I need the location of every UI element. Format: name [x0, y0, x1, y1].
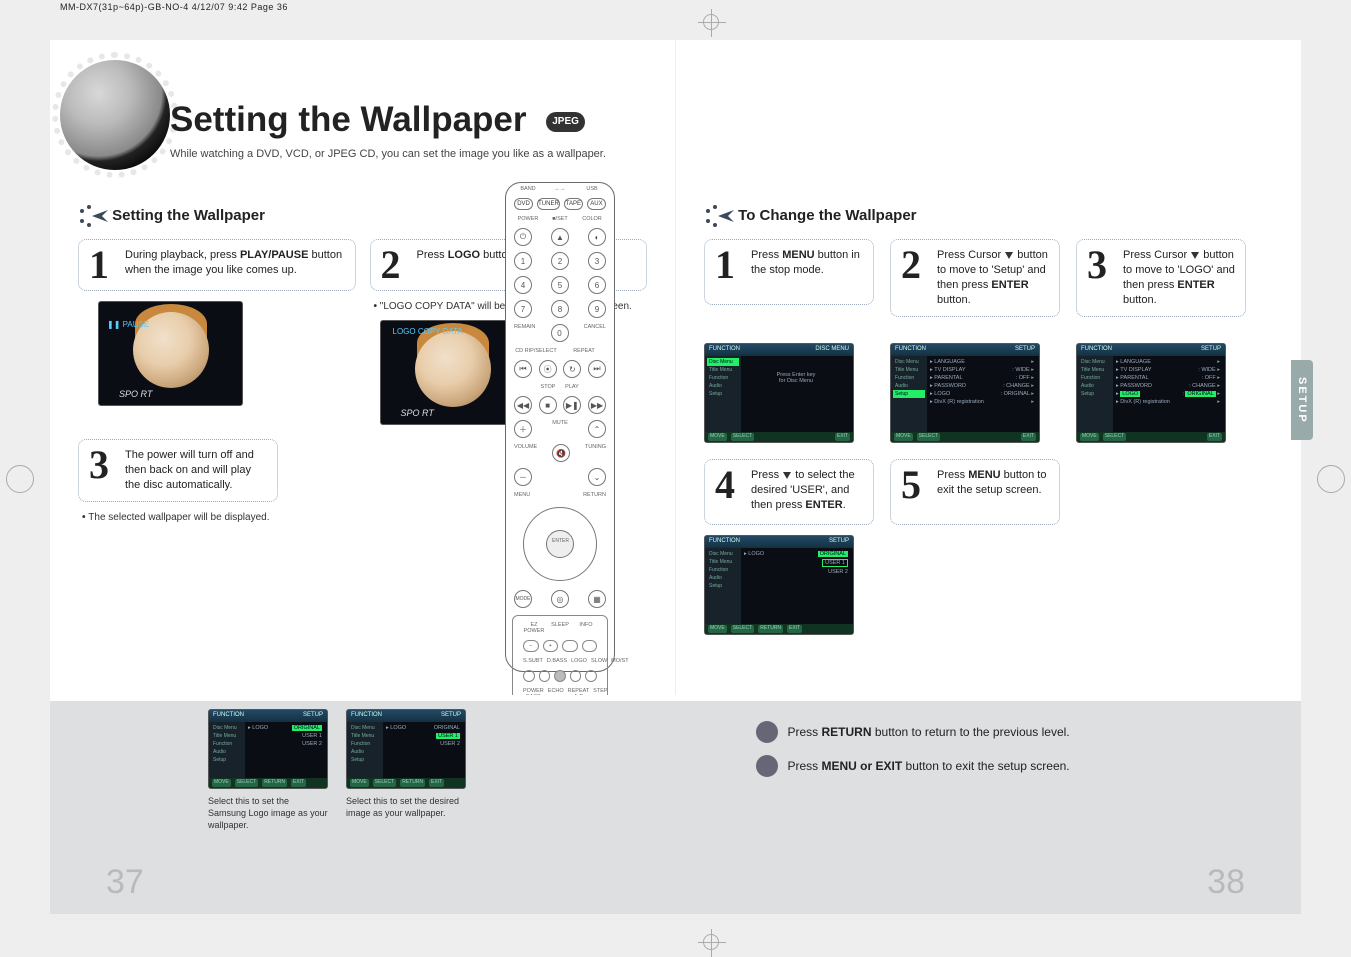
speaker-graphic	[60, 60, 170, 170]
tv-thumb-user: FUNCTIONSETUP Disc MenuTitle MenuFunctio…	[346, 709, 466, 789]
step-3-text: The power will turn off and then back on…	[125, 448, 267, 493]
r-text-2: Press Cursor button to move to 'Setup' a…	[937, 248, 1049, 308]
prev-icon: ⏮	[514, 360, 532, 378]
remote-control-diagram: BAND←→USB DVDTUNERTAPEAUX POWER■/SETCOLO…	[505, 182, 615, 672]
stop-icon: ■	[539, 396, 557, 414]
bullet-star-icon	[704, 205, 734, 227]
thumb-cap-2: Select this to set the desired image as …	[346, 795, 466, 819]
tv-thumb-original: FUNCTIONSETUP Disc MenuTitle MenuFunctio…	[208, 709, 328, 789]
r-step-1: 1 Press MENU button in the stop mode.	[704, 239, 874, 305]
down-arrow-icon	[783, 472, 791, 479]
r-text-5: Press MENU button to exit the setup scre…	[937, 468, 1049, 498]
r-step-3: 3 Press Cursor button to move to 'LOGO' …	[1076, 239, 1246, 317]
crop-mark-bottom	[703, 934, 719, 950]
power-icon: ⏻	[514, 228, 532, 246]
mute-icon: 🔇	[552, 444, 570, 462]
ff-icon: ▶▶	[588, 396, 606, 414]
pause-indicator: ❚❚ PAUSE	[107, 320, 149, 329]
footer-band: FUNCTIONSETUP Disc MenuTitle MenuFunctio…	[50, 695, 1301, 914]
step-2-text: Press LOGO button.	[417, 248, 517, 263]
bullet-star-icon	[78, 205, 108, 227]
crop-mark-right	[1317, 465, 1345, 493]
tv-menu-user-select: FUNCTIONSETUP Disc MenuTitle MenuFunctio…	[704, 535, 854, 635]
tv-preview-logo: LOGO COPY DATA SPO RT	[380, 320, 525, 425]
pdf-crop-header: MM-DX7(31p~64p)-GB-NO-4 4/12/07 9:42 Pag…	[0, 0, 1351, 14]
preview-caption-2: SPO RT	[401, 408, 434, 418]
r-step-5: 5 Press MENU button to exit the setup sc…	[890, 459, 1060, 525]
r-step-4: 4 Press to select the desired 'USER', an…	[704, 459, 874, 525]
return-hint: Press RETURN button to return to the pre…	[756, 721, 1274, 743]
nav-dpad: ENTER	[523, 507, 597, 581]
step-num-1: 1	[89, 248, 117, 282]
r-num-4: 4	[715, 468, 743, 502]
exit-hint: Press MENU or EXIT button to exit the se…	[756, 755, 1274, 777]
crop-mark-top	[703, 14, 719, 30]
r-text-4: Press to select the desired 'USER', and …	[751, 468, 863, 513]
cd-icon: ◎	[551, 590, 569, 608]
r-text-3: Press Cursor button to move to 'LOGO' an…	[1123, 248, 1235, 308]
footer-right: Press RETURN button to return to the pre…	[676, 709, 1274, 906]
eject-icon: ▲	[551, 228, 569, 246]
step-num-2: 2	[381, 248, 409, 282]
section-title-right: To Change the Wallpaper	[738, 207, 916, 224]
rec-icon: ⦿	[539, 360, 557, 378]
r-text-1: Press MENU button in the stop mode.	[751, 248, 863, 278]
down-arrow-icon	[1191, 252, 1199, 259]
tune-up-icon: ⌃	[588, 420, 606, 438]
page-number-right: 38	[1207, 863, 1245, 902]
step-num-3: 3	[89, 448, 117, 482]
crop-mark-left	[6, 465, 34, 493]
down-arrow-icon	[1005, 252, 1013, 259]
mode-btn: MODE	[514, 590, 532, 608]
color-icon: ◐	[588, 228, 606, 246]
logo-copy-indicator: LOGO COPY DATA	[393, 327, 463, 336]
r-num-5: 5	[901, 468, 929, 502]
tv-menu-discmenu: FUNCTIONDISC MENU Disc MenuTitle MenuFun…	[704, 343, 854, 443]
r-step-2: 2 Press Cursor button to move to 'Setup'…	[890, 239, 1060, 317]
footer-left: FUNCTIONSETUP Disc MenuTitle MenuFunctio…	[78, 709, 676, 906]
step-1-text: During playback, press PLAY/PAUSE button…	[125, 248, 345, 278]
play-icon: ▶❚	[563, 396, 581, 414]
remote-tuner: TUNER	[537, 198, 560, 210]
page-subtitle: While watching a DVD, VCD, or JPEG CD, y…	[170, 148, 606, 160]
next-icon: ⏭	[588, 360, 606, 378]
r-num-1: 1	[715, 248, 743, 282]
setup-tab: SETUP	[1291, 360, 1313, 440]
title-text: Setting the Wallpaper	[170, 100, 527, 139]
jpeg-badge: JPEG	[546, 112, 585, 132]
tune-down-icon: ⌄	[588, 468, 606, 486]
page-title: Setting the Wallpaper JPEG	[170, 100, 585, 140]
section-change-wallpaper: To Change the Wallpaper	[704, 205, 1273, 227]
rewind-icon: ◀◀	[514, 396, 532, 414]
hint-dot-icon	[756, 721, 778, 743]
tv-preview-pause: ❚❚ PAUSE SPO RT	[98, 301, 243, 406]
r-num-2: 2	[901, 248, 929, 282]
remote-dvd: DVD	[514, 198, 533, 210]
r-num-3: 3	[1087, 248, 1115, 282]
tv-menu-setup: FUNCTIONSETUP Disc MenuTitle MenuFunctio…	[890, 343, 1040, 443]
thumb-cap-1: Select this to set the Samsung Logo imag…	[208, 795, 328, 831]
page-number-left: 37	[106, 863, 144, 902]
preview-caption: SPO RT	[119, 389, 152, 399]
caf-btn: ▦	[588, 590, 606, 608]
hint-dot-icon	[756, 755, 778, 777]
step-3-note: The selected wallpaper will be displayed…	[82, 512, 282, 523]
step-1: 1 During playback, press PLAY/PAUSE butt…	[78, 239, 356, 291]
tv-menu-logo-highlight: FUNCTIONSETUP Disc MenuTitle MenuFunctio…	[1076, 343, 1226, 443]
section-title-left: Setting the Wallpaper	[112, 207, 265, 224]
remote-tape: TAPE	[564, 198, 583, 210]
step-3: 3 The power will turn off and then back …	[78, 439, 278, 502]
remote-aux: AUX	[587, 198, 606, 210]
